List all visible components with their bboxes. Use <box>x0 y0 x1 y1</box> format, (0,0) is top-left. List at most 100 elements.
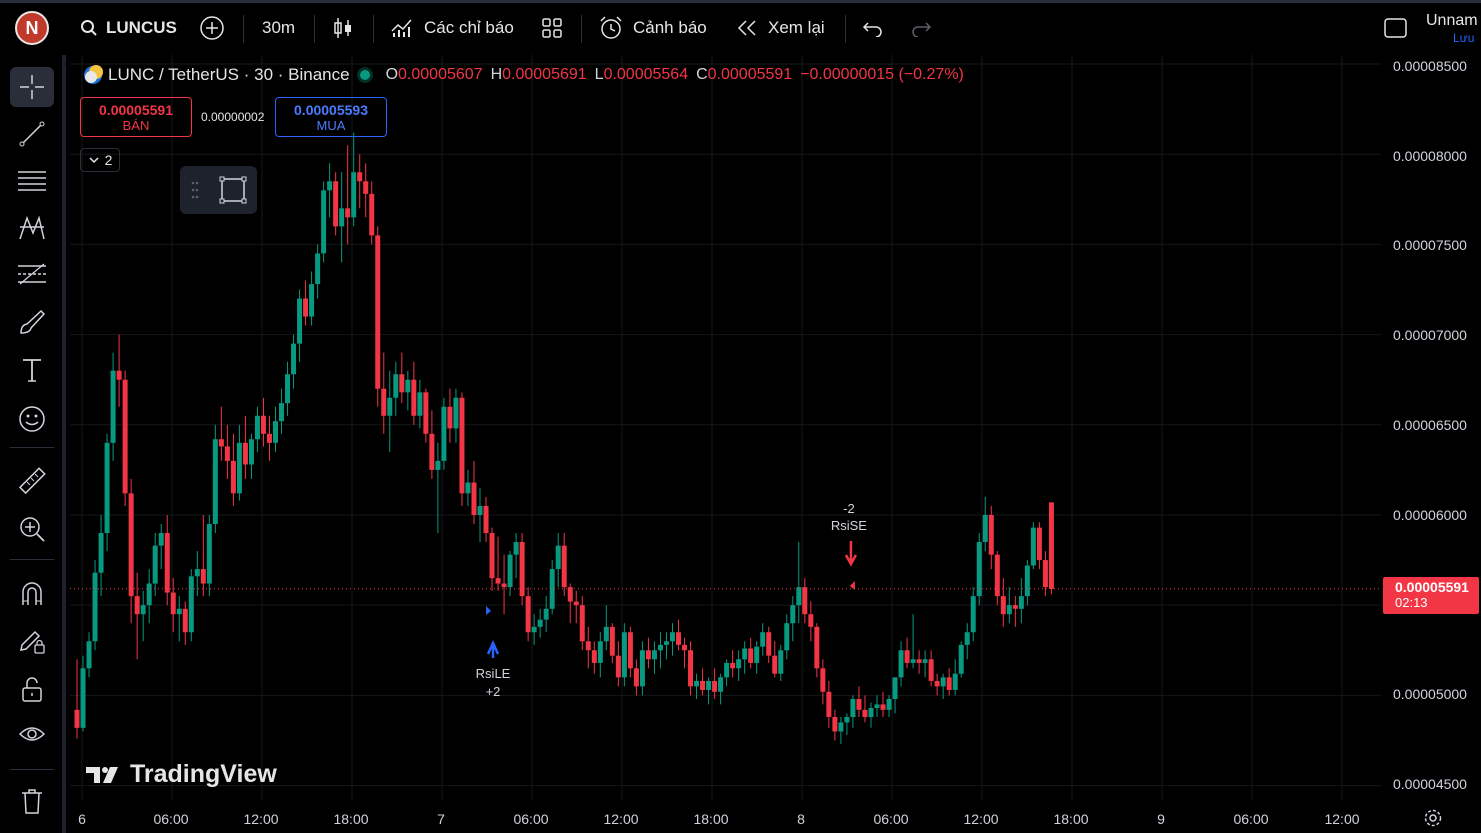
candle-down <box>609 626 615 656</box>
measure-tool[interactable] <box>10 461 54 501</box>
candle-down <box>615 655 621 678</box>
close-value: 0.00005591 <box>707 66 793 83</box>
indicators-collapse-button[interactable]: 2 <box>80 148 120 172</box>
brush-tool[interactable] <box>10 302 54 342</box>
text-tool[interactable] <box>10 350 54 390</box>
compare-button[interactable] <box>199 3 225 52</box>
magnet-icon <box>22 582 42 605</box>
horizontal-lines-tool[interactable] <box>10 161 54 201</box>
emoji-tool[interactable] <box>10 399 54 439</box>
legend-title[interactable]: LUNC / TetherUS · 30 · Binance <box>108 65 350 85</box>
buy-label: MUA <box>316 118 346 133</box>
time-axis-label: 12:00 <box>243 811 279 827</box>
candle-down <box>700 680 706 690</box>
zoom-tool[interactable] <box>10 509 54 549</box>
crosshair-tool[interactable] <box>10 67 54 107</box>
candle-up <box>351 172 357 218</box>
time-axis[interactable]: 6 06:00 12:00 18:00 7 06:00 12:00 18:00 … <box>70 800 1381 833</box>
candle-down <box>459 397 465 494</box>
candle-down <box>357 172 363 182</box>
candle-down <box>471 482 477 515</box>
undo-button[interactable] <box>862 3 884 52</box>
candle-down <box>856 698 862 710</box>
candle-down <box>573 601 579 606</box>
candle-up <box>86 641 92 669</box>
redo-icon <box>912 21 932 37</box>
open-value: 0.00005607 <box>398 66 483 83</box>
pattern-tool[interactable] <box>10 208 54 248</box>
long-entry-flag <box>486 606 492 615</box>
time-axis-label: 06:00 <box>873 811 909 827</box>
candle-up <box>477 505 483 515</box>
price-axis-label: 0.00006000 <box>1393 507 1467 523</box>
timeframe-button[interactable]: 30m <box>262 3 295 52</box>
candle-down <box>748 648 754 663</box>
price-axis[interactable]: 0.00008500 0.00008000 0.00007500 0.00007… <box>1381 55 1481 827</box>
hide-drawings-tool[interactable] <box>10 714 54 754</box>
candle-down <box>74 709 80 728</box>
candle-down <box>904 650 910 663</box>
templates-button[interactable] <box>541 3 563 52</box>
candle-down <box>429 433 435 470</box>
candle-down <box>633 668 639 687</box>
candle-down <box>627 632 633 669</box>
candle-up <box>254 415 260 440</box>
redo-button[interactable] <box>910 3 932 52</box>
lock-all-tool[interactable] <box>10 669 54 709</box>
time-axis-label: 8 <box>797 811 805 827</box>
drag-handle-icon[interactable] <box>190 180 200 200</box>
market-status-icon <box>359 70 370 80</box>
candle-up <box>176 608 182 615</box>
plus-circle-icon <box>200 15 224 40</box>
layout-name-block[interactable]: Unnam Lưu <box>1426 12 1481 45</box>
alerts-button[interactable]: Cảnh báo <box>598 3 707 52</box>
candle-up <box>272 421 278 443</box>
symbol-legend: LUNC / TetherUS · 30 · Binance O 0.000056… <box>82 64 964 86</box>
sell-price: 0.00005591 <box>99 102 173 118</box>
chart-type-button[interactable] <box>332 3 354 52</box>
settings-gear-icon[interactable] <box>1423 808 1443 828</box>
rectangle-select-icon[interactable] <box>218 175 248 205</box>
candle-up <box>964 632 970 645</box>
lunc-logo-icon <box>84 65 103 84</box>
candle-down <box>381 388 387 416</box>
trend-line-tool[interactable] <box>10 114 54 154</box>
candle-down <box>1000 596 1006 615</box>
candle-up <box>1006 605 1012 615</box>
chart-pane[interactable]: RsiLE +2 -2 RsiSE <box>70 55 1381 800</box>
sell-button[interactable]: 0.00005591 BÁN <box>80 97 192 137</box>
candle-down <box>303 298 309 317</box>
time-axis-label: 06:00 <box>1233 811 1269 827</box>
candle-down <box>182 608 188 633</box>
long-entry-label: RsiLE <box>476 666 511 681</box>
candle-down <box>164 533 170 593</box>
indicators-label: Các chỉ báo <box>424 17 514 37</box>
replay-button[interactable]: Xem lại <box>736 3 825 52</box>
candle-down <box>567 587 573 602</box>
user-avatar[interactable]: N <box>15 11 49 45</box>
layout-button[interactable] <box>1383 3 1409 52</box>
candle-down <box>766 632 772 656</box>
candle-up <box>279 403 285 422</box>
candle-up <box>104 442 110 534</box>
time-axis-label: 06:00 <box>513 811 549 827</box>
lock-drawing-tool[interactable] <box>10 621 54 661</box>
candle-up <box>663 641 669 645</box>
magnet-tool[interactable] <box>10 574 54 614</box>
candle-down <box>230 460 236 494</box>
delete-tool[interactable] <box>10 781 54 821</box>
buy-button[interactable]: 0.00005593 MUA <box>275 97 387 137</box>
pattern-icon <box>19 215 45 240</box>
rewind-icon <box>737 19 756 36</box>
symbol-search[interactable]: LUNCUSD <box>80 3 178 52</box>
indicators-button[interactable]: Các chỉ báo <box>390 3 514 52</box>
candle-up <box>736 659 742 669</box>
tradingview-watermark: TradingView <box>84 760 277 789</box>
candlestick-chart[interactable]: RsiLE +2 -2 RsiSE <box>70 55 1381 800</box>
fibonacci-icon <box>18 263 46 285</box>
pencil-lock-icon <box>20 630 45 654</box>
fib-tool[interactable] <box>10 255 54 295</box>
candle-up <box>152 545 158 584</box>
candle-down <box>1012 605 1018 609</box>
candle-up <box>537 619 543 627</box>
